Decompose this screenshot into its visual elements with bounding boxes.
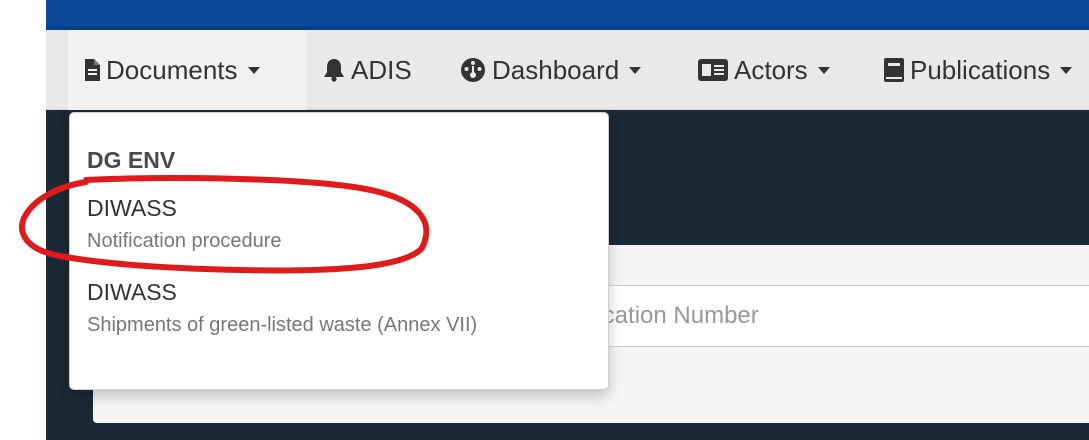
menu-item-diwass-green-listed[interactable]: DIWASS Shipments of green-listed waste (…	[87, 279, 587, 341]
chevron-down-icon	[247, 66, 260, 74]
notification-number-input[interactable]	[533, 285, 1089, 347]
main-navbar: Documents ADIS Dashboard Actors Publicat…	[46, 30, 1089, 110]
chevron-down-icon	[1060, 66, 1073, 74]
menu-item-subtitle: Shipments of green-listed waste (Annex V…	[87, 314, 478, 336]
nav-documents-label: Documents	[106, 54, 238, 85]
dropdown-header: DG ENV	[87, 147, 176, 173]
nav-actors[interactable]: Actors	[698, 30, 830, 110]
menu-item-subtitle: Notification procedure	[87, 230, 282, 252]
nav-dashboard[interactable]: Dashboard	[460, 30, 642, 110]
nav-documents[interactable]: Documents	[68, 30, 306, 110]
nav-adis-label: ADIS	[351, 54, 412, 85]
dashboard-icon	[460, 57, 486, 83]
book-icon	[884, 58, 904, 82]
menu-item-diwass-notification[interactable]: DIWASS Notification procedure	[87, 195, 587, 257]
chevron-down-icon	[817, 66, 830, 74]
app-frame: Documents ADIS Dashboard Actors Publicat…	[46, 0, 1089, 440]
nav-publications[interactable]: Publications	[884, 30, 1073, 110]
nav-dashboard-label: Dashboard	[492, 54, 620, 85]
nav-adis[interactable]: ADIS	[323, 30, 412, 110]
id-card-icon	[698, 59, 728, 81]
documents-dropdown-menu: DG ENV DIWASS Notification procedure DIW…	[69, 112, 609, 390]
top-banner	[46, 0, 1089, 30]
document-icon	[84, 59, 100, 81]
nav-actors-label: Actors	[734, 54, 808, 85]
chevron-down-icon	[629, 66, 642, 74]
nav-publications-label: Publications	[910, 54, 1051, 85]
menu-item-title: DIWASS	[87, 195, 177, 221]
menu-item-title: DIWASS	[87, 279, 177, 305]
bell-icon	[323, 58, 345, 82]
